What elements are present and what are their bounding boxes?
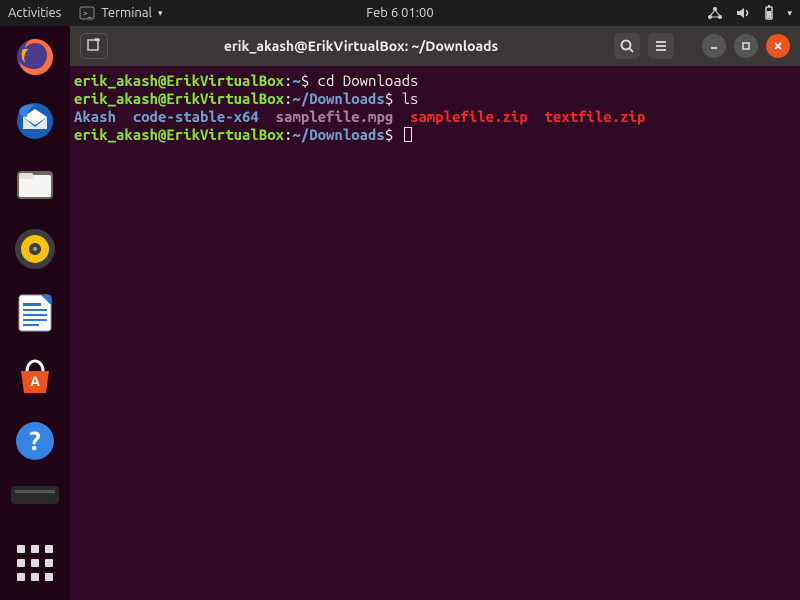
terminal-icon: >_ [79, 5, 95, 21]
hamburger-menu-button[interactable] [648, 33, 674, 59]
help-icon: ? [13, 419, 57, 463]
hamburger-icon [653, 38, 669, 54]
volume-indicator[interactable] [735, 6, 751, 20]
libreoffice-writer-icon [13, 291, 57, 335]
network-indicator[interactable] [707, 6, 723, 20]
thunderbird-icon [13, 99, 57, 143]
minimize-button[interactable] [702, 34, 726, 58]
ubuntu-software-icon: A [13, 355, 57, 399]
maximize-button[interactable] [734, 34, 758, 58]
dock-files[interactable] [11, 162, 59, 208]
dock-rhythmbox[interactable] [11, 226, 59, 272]
close-icon [772, 40, 784, 52]
maximize-icon [740, 40, 752, 52]
volume-icon [735, 6, 751, 20]
rhythmbox-icon [13, 227, 57, 271]
dock-software[interactable]: A [11, 354, 59, 400]
dock-preview[interactable] [11, 482, 59, 504]
terminal-line: erik_akash@ErikVirtualBox:~/Downloads$ l… [74, 90, 796, 108]
minimize-icon [708, 40, 720, 52]
network-icon [707, 6, 723, 20]
new-tab-icon [86, 38, 102, 54]
cursor [404, 127, 412, 142]
clock[interactable]: Feb 6 01:00 [366, 6, 433, 20]
window-titlebar: erik_akash@ErikVirtualBox: ~/Downloads [70, 26, 800, 66]
files-icon [13, 163, 57, 207]
terminal-window: erik_akash@ErikVirtualBox: ~/Downloads [70, 26, 800, 600]
ls-output: Akash code-stable-x64 samplefile.mpg sam… [74, 108, 796, 126]
window-title: erik_akash@ErikVirtualBox: ~/Downloads [116, 38, 606, 54]
dock-help[interactable]: ? [11, 418, 59, 464]
terminal-body[interactable]: erik_akash@ErikVirtualBox:~$ cd Download… [70, 66, 800, 600]
chevron-down-icon: ▾ [787, 8, 792, 19]
activities-button[interactable]: Activities [8, 6, 61, 20]
chevron-down-icon: ▾ [158, 8, 163, 19]
gnome-topbar: Activities >_ Terminal ▾ Feb 6 01:00 [0, 0, 800, 26]
search-icon [619, 38, 635, 54]
close-button[interactable] [766, 34, 790, 58]
dock-writer[interactable] [11, 290, 59, 336]
activities-label: Activities [8, 6, 61, 20]
dock-firefox[interactable] [11, 34, 59, 80]
dock: A ? [0, 26, 70, 600]
battery-icon [763, 5, 775, 21]
minimized-window-icon [11, 482, 59, 504]
search-button[interactable] [614, 33, 640, 59]
app-menu-label: Terminal [101, 6, 152, 20]
svg-text:>_: >_ [83, 9, 92, 18]
terminal-prompt: erik_akash@ErikVirtualBox:~/Downloads$ [74, 126, 796, 144]
terminal-line: erik_akash@ErikVirtualBox:~$ cd Download… [74, 72, 796, 90]
app-menu[interactable]: >_ Terminal ▾ [79, 5, 162, 21]
system-menu[interactable]: ▾ [787, 8, 792, 19]
dock-thunderbird[interactable] [11, 98, 59, 144]
firefox-icon [13, 35, 57, 79]
datetime-label: Feb 6 01:00 [366, 6, 433, 20]
show-applications-button[interactable] [11, 540, 59, 586]
new-tab-button[interactable] [80, 33, 108, 59]
svg-text:A: A [30, 373, 40, 389]
svg-text:?: ? [29, 426, 40, 455]
battery-indicator[interactable] [763, 5, 775, 21]
